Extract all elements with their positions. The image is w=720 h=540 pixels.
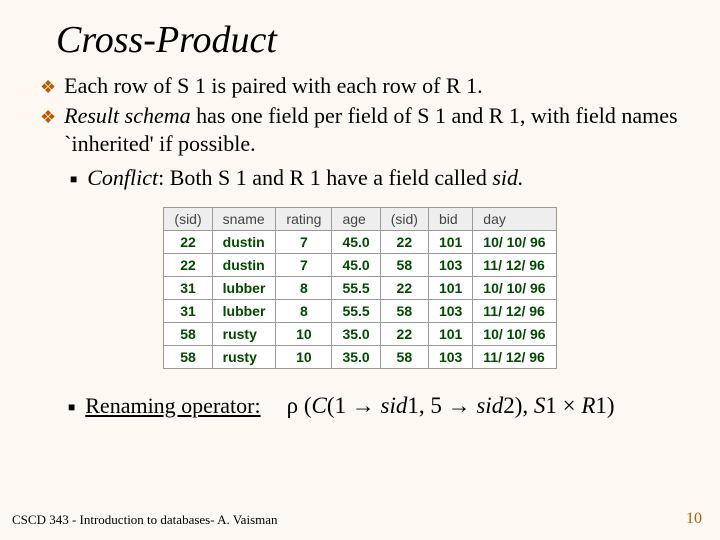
table-header-row: (sid) sname rating age (sid) bid day: [164, 207, 556, 230]
bullet-2: ❖ Result schema has one field per field …: [40, 102, 682, 158]
cell: 10: [276, 322, 332, 345]
cell: 31: [164, 276, 212, 299]
table-row: 22 dustin 7 45.0 58 103 11/ 12/ 96: [164, 253, 556, 276]
cell: 10/ 10/ 96: [473, 322, 556, 345]
cell: 22: [164, 230, 212, 253]
cell: 7: [276, 253, 332, 276]
bullet-3-sid: sid.: [492, 165, 523, 190]
f-two: 2),: [503, 393, 534, 418]
cell: 101: [428, 322, 472, 345]
cell: 103: [428, 345, 472, 368]
cell: 11/ 12/ 96: [473, 345, 556, 368]
cell: 22: [380, 322, 428, 345]
cell: 58: [380, 345, 428, 368]
table-row: 22 dustin 7 45.0 22 101 10/ 10/ 96: [164, 230, 556, 253]
bullet-icon: ❖: [40, 106, 56, 129]
cell: 101: [428, 276, 472, 299]
f-p1: (1 →: [327, 393, 381, 418]
bullet-1: ❖ Each row of S 1 is paired with each ro…: [40, 72, 682, 100]
col-day: day: [473, 207, 556, 230]
f-r1n: 1): [595, 393, 614, 418]
cross-product-table: (sid) sname rating age (sid) bid day 22 …: [163, 207, 556, 369]
bullet-3: ■ Conflict: Both S 1 and R 1 have a fiel…: [70, 164, 682, 192]
f-C: C: [312, 393, 327, 418]
cell: 58: [380, 253, 428, 276]
cell: 101: [428, 230, 472, 253]
table-row: 58 rusty 10 35.0 22 101 10/ 10/ 96: [164, 322, 556, 345]
cell: 10/ 10/ 96: [473, 276, 556, 299]
bullet-3-text: Conflict: Both S 1 and R 1 have a field …: [87, 164, 523, 192]
f-sid1: sid: [381, 393, 408, 418]
bullet-icon: ■: [70, 172, 77, 187]
f-s1n: 1 ×: [545, 393, 581, 418]
bullet-2-emph: Result schema: [64, 103, 190, 128]
cell: 10/ 10/ 96: [473, 230, 556, 253]
cell: 11/ 12/ 96: [473, 253, 556, 276]
cell: 55.5: [332, 276, 380, 299]
cell: 58: [164, 322, 212, 345]
cell: 8: [276, 299, 332, 322]
table-row: 31 lubber 8 55.5 58 103 11/ 12/ 96: [164, 299, 556, 322]
footer-left: CSCD 343 - Introduction to databases- A.…: [12, 512, 278, 528]
bullet-3-emph: Conflict: [87, 165, 158, 190]
bullet-1-text: Each row of S 1 is paired with each row …: [64, 72, 483, 100]
cell: 58: [164, 345, 212, 368]
col-sid2: (sid): [380, 207, 428, 230]
cell: 103: [428, 253, 472, 276]
f-one: 1, 5 →: [407, 393, 476, 418]
rename-formula: ρ (C(1 → sid1, 5 → sid2), S1 × R1): [287, 393, 615, 419]
cell: 22: [164, 253, 212, 276]
col-rating: rating: [276, 207, 332, 230]
cell: 45.0: [332, 253, 380, 276]
cell: 55.5: [332, 299, 380, 322]
cell: rusty: [212, 345, 276, 368]
rename-label: Renaming operator:: [85, 393, 260, 419]
bullet-icon: ■: [68, 400, 75, 415]
cell: dustin: [212, 230, 276, 253]
cell: 35.0: [332, 345, 380, 368]
cell: 22: [380, 230, 428, 253]
bullet-2-text: Result schema has one field per field of…: [64, 102, 682, 158]
bullet-icon: ❖: [40, 76, 56, 99]
f-S: S: [534, 393, 546, 418]
cell: rusty: [212, 322, 276, 345]
cell: 22: [380, 276, 428, 299]
cell: 45.0: [332, 230, 380, 253]
cell: 7: [276, 230, 332, 253]
cell: 35.0: [332, 322, 380, 345]
cell: dustin: [212, 253, 276, 276]
cell: 11/ 12/ 96: [473, 299, 556, 322]
rho-symbol: ρ: [287, 393, 298, 418]
cell: lubber: [212, 299, 276, 322]
bullet-3-rest: : Both S 1 and R 1 have a field called: [158, 165, 492, 190]
f-sid2: sid: [476, 393, 503, 418]
slide-number: 10: [686, 510, 702, 528]
f-R: R: [581, 393, 595, 418]
table-row: 58 rusty 10 35.0 58 103 11/ 12/ 96: [164, 345, 556, 368]
cell: 31: [164, 299, 212, 322]
col-age: age: [332, 207, 380, 230]
col-sname: sname: [212, 207, 276, 230]
col-sid1: (sid): [164, 207, 212, 230]
col-bid: bid: [428, 207, 472, 230]
cell: lubber: [212, 276, 276, 299]
cell: 58: [380, 299, 428, 322]
table-row: 31 lubber 8 55.5 22 101 10/ 10/ 96: [164, 276, 556, 299]
table-body: 22 dustin 7 45.0 22 101 10/ 10/ 96 22 du…: [164, 230, 556, 368]
rename-operator-row: ■ Renaming operator: ρ (C(1 → sid1, 5 → …: [68, 393, 682, 419]
cell: 103: [428, 299, 472, 322]
slide-title: Cross-Product: [56, 18, 682, 62]
cell: 10: [276, 345, 332, 368]
bullet-list: ❖ Each row of S 1 is paired with each ro…: [40, 72, 682, 193]
cell: 8: [276, 276, 332, 299]
f-open: (: [298, 393, 311, 418]
